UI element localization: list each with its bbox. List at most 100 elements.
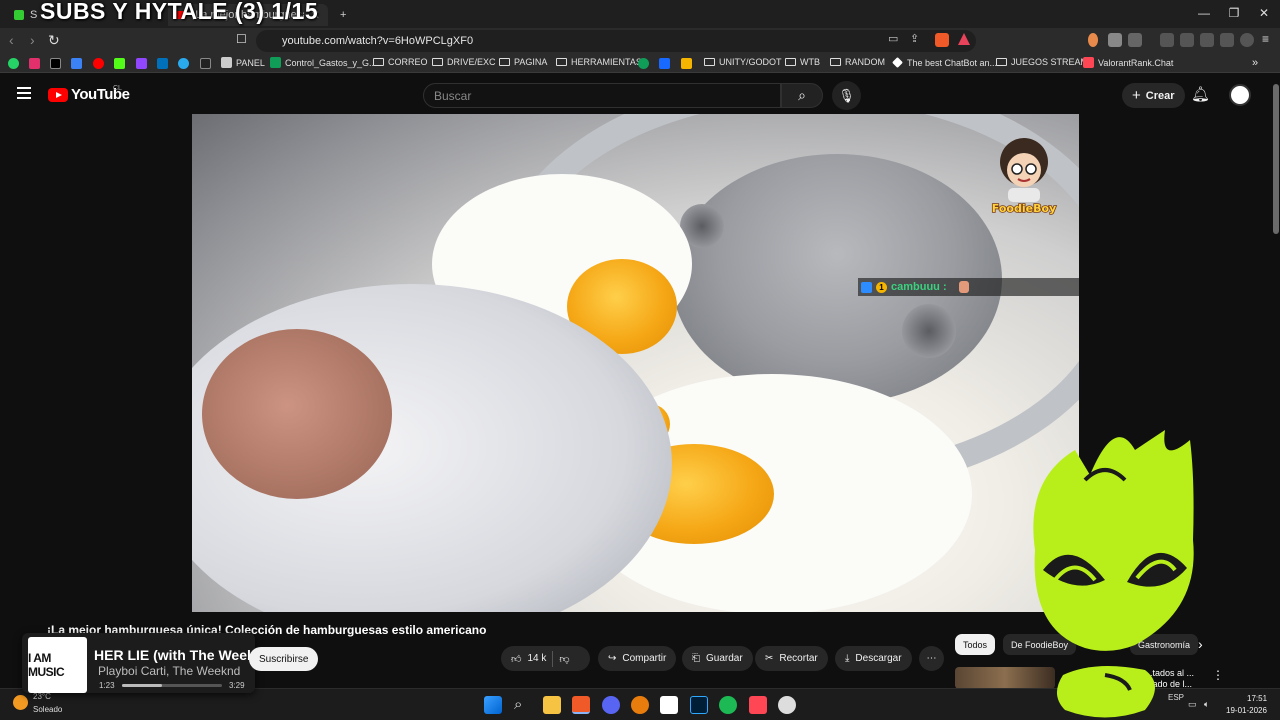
clip-label: Recortar [779,653,818,664]
blender-icon[interactable] [631,696,649,714]
bookmark-page[interactable]: ValorantRank.Chat [1083,57,1173,68]
paypal-icon[interactable] [157,58,168,69]
spotify-icon[interactable] [719,696,737,714]
app-icon[interactable] [681,58,692,69]
whatsapp-icon[interactable] [8,58,19,69]
photoshop-icon[interactable] [690,696,708,714]
behance-icon[interactable] [659,58,670,69]
brave-browser-icon[interactable] [572,696,590,714]
menu-icon[interactable]: ≡ [1262,32,1269,46]
song-progress-fill [122,684,162,687]
extension-icon[interactable] [1128,33,1142,47]
more-actions-button[interactable]: ⋯ [919,646,944,671]
youtube-icon[interactable] [93,58,104,69]
new-tab-button[interactable]: + [332,4,354,26]
instagram-icon[interactable] [29,58,40,69]
extensions-puzzle-icon[interactable] [1108,33,1122,47]
valorant-icon[interactable] [749,696,767,714]
notion-icon[interactable] [660,696,678,714]
share-page-icon[interactable]: ⇪ [910,32,919,45]
bookmark-folder[interactable]: RANDOM [830,57,885,67]
discord-icon[interactable] [602,696,620,714]
twitch-icon[interactable] [136,58,147,69]
now-playing-widget[interactable]: I AM MUSIC HER LIE (with The Weeknd) Pla… [22,633,255,693]
start-icon[interactable] [484,696,502,714]
video-player[interactable]: FoodieBoy 1 cambuuu : [192,114,1079,612]
bookmark-folder[interactable]: HERRAMIENTAS [556,57,642,67]
bookmark-label: PAGINA [514,57,548,67]
avatar[interactable] [1229,84,1251,106]
wallet-icon[interactable] [1200,33,1214,47]
obs-icon[interactable] [778,696,796,714]
kick-icon[interactable] [114,58,125,69]
clock-time[interactable]: 17:51 [1247,694,1267,703]
reload-icon[interactable]: ↻ [48,32,60,49]
extension-icon[interactable] [1088,33,1098,47]
bookmark-icon[interactable]: ☐ [236,32,247,46]
back-icon[interactable]: ‹ [9,32,14,48]
like-count: 14 k [527,653,547,664]
download-label: Descargar [855,653,902,664]
app-icon[interactable] [638,58,649,69]
bookmark-page[interactable]: The best ChatBot an... [892,57,997,68]
gmail-icon[interactable] [200,58,211,69]
x-icon[interactable] [50,58,61,69]
sun-icon[interactable] [13,695,28,710]
menu-icon[interactable] [17,87,31,99]
more-bookmarks-button[interactable]: » [1252,57,1258,69]
subscribe-button[interactable]: Suscribirse [249,647,319,671]
brave-rewards-icon[interactable] [958,33,970,45]
share-button[interactable]: ↪ Compartir [598,646,677,671]
bookmark-folder[interactable]: UNITY/GODOT [704,57,782,67]
vpn-icon[interactable] [1240,33,1254,47]
folder-icon [704,58,715,66]
clip-button[interactable]: ✂ Recortar [755,646,828,671]
share-label: Compartir [622,653,667,664]
scrollbar-thumb[interactable] [1273,84,1279,234]
minimize-icon[interactable]: — [1194,6,1214,20]
like-dislike-group: 👍︎ 14 k 👎︎ [501,646,590,671]
download-button[interactable]: ⤓ Descargar [835,646,912,671]
song-progress-bar [122,684,222,687]
url-field[interactable]: youtube.com/watch?v=6HoWPCLgXF0 [256,30,976,52]
video-options-icon[interactable]: ⋮ [1212,668,1224,682]
bookmark-folder[interactable]: PAGINA [499,57,547,67]
maximize-icon[interactable]: ❐ [1224,6,1244,20]
folder-icon [373,58,384,66]
dislike-button[interactable]: 👎︎ [559,653,569,665]
bookmark-sheet[interactable]: Control_Gastos_y_G... [270,57,377,68]
media-icon[interactable] [1160,33,1174,47]
bookmark-folder[interactable]: CORREO [373,57,428,67]
search-button[interactable]: ⌕ [781,83,823,108]
save-button[interactable]: ⎗ Guardar [682,646,753,671]
bookmark-icon[interactable] [71,58,82,69]
bookmark-panel[interactable]: PANEL [221,57,265,68]
page-scrollbar[interactable] [1271,74,1280,688]
like-button[interactable]: 👍︎ 14 k [511,653,546,665]
streamer-mascot-overlay [1033,430,1194,718]
bookmark-folder[interactable]: DRIVE/EXC [432,57,496,67]
clock-date[interactable]: 19-01-2026 [1226,706,1267,715]
chip-all[interactable]: Todos [955,634,996,655]
search-icon[interactable]: ⌕ [514,696,532,714]
folder-icon [996,58,1007,66]
leo-icon[interactable] [1220,33,1234,47]
forward-icon[interactable]: › [30,32,35,48]
bookmark-label: JUEGOS STREAM [1011,57,1089,67]
notifications-bell-icon[interactable]: 🔔︎ [1191,85,1210,103]
telegram-icon[interactable] [178,58,189,69]
cast-icon[interactable]: ▭ [888,32,898,45]
close-window-icon[interactable]: ✕ [1254,6,1274,20]
song-artist: Playboi Carti, The Weeknd [98,664,241,678]
folder-icon [499,58,510,66]
voice-search-button[interactable]: 🎙︎ [832,81,861,110]
bookmark-folder[interactable]: JUEGOS STREAM [996,57,1088,67]
bookmark-label: RANDOM [845,57,885,67]
bookmark-label: PANEL [236,57,265,68]
file-explorer-icon[interactable] [543,696,561,714]
create-button[interactable]: + Crear [1122,83,1185,108]
search-input[interactable]: Buscar [423,83,781,108]
bookmark-folder[interactable]: WTB [785,57,820,67]
sidebar-icon[interactable] [1180,33,1194,47]
brave-shield-icon[interactable] [935,33,949,47]
